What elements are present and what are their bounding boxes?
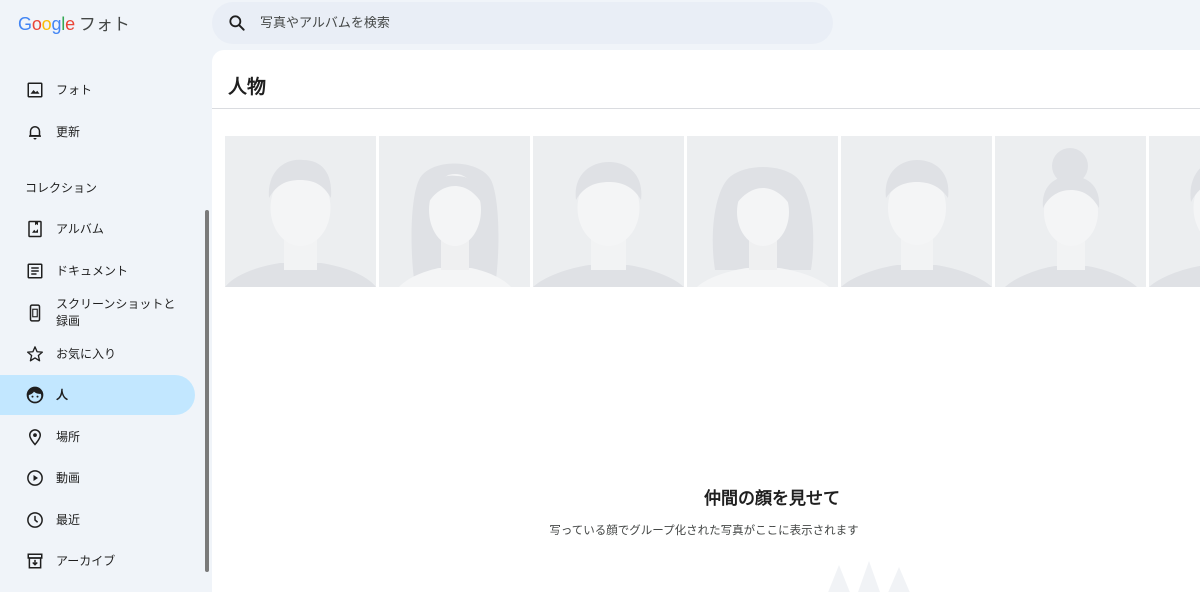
clock-icon	[25, 510, 45, 530]
person-silhouette-icon	[841, 160, 992, 287]
location-pin-icon	[25, 427, 45, 447]
album-icon	[25, 219, 45, 239]
google-wordmark: Google	[18, 14, 75, 34]
google-photos-logo[interactable]: Google フォト	[18, 10, 130, 35]
empty-state-title: 仲間の顔を見せて	[704, 489, 840, 509]
person-silhouette-icon	[1149, 168, 1200, 287]
sidebar-item-label: 最近	[56, 512, 81, 527]
main-panel: 人物 仲間の顔を見せて 写っている顔でグループ化された写真がここに表示されます	[212, 50, 1200, 592]
sidebar-item-label: アーカイブ	[56, 553, 116, 568]
sidebar-item-label: ドキュメント	[56, 263, 129, 278]
sidebar: フォト 更新 コレクション アルバム ドキュメント スクリーンショットと録画 お…	[0, 70, 212, 592]
faces-illustration	[828, 561, 910, 592]
sidebar-item-label: お気に入り	[56, 346, 117, 361]
person-placeholder-tile	[225, 136, 376, 287]
collection-heading: コレクション	[25, 181, 98, 195]
sidebar-item-favorites[interactable]: お気に入り	[0, 334, 195, 374]
person-silhouette-icon	[1005, 148, 1137, 287]
person-placeholder-tile	[533, 136, 684, 287]
sidebar-item-updates[interactable]: 更新	[0, 112, 195, 152]
sidebar-item-albums[interactable]: アルバム	[0, 209, 195, 249]
sidebar-scrollbar[interactable]	[205, 210, 209, 572]
sidebar-item-label: 更新	[56, 124, 81, 139]
play-circle-icon	[25, 468, 45, 488]
sidebar-item-archive[interactable]: アーカイブ	[0, 541, 195, 581]
person-placeholder-tile	[379, 136, 530, 287]
person-placeholder-tile	[995, 136, 1146, 287]
sidebar-item-people[interactable]: 人	[0, 375, 195, 415]
empty-state-description: 写っている顔でグループ化された写真がここに表示されます	[549, 523, 859, 537]
title-divider	[212, 108, 1200, 109]
photo-icon	[25, 80, 45, 100]
sidebar-item-label: 場所	[56, 429, 81, 444]
archive-icon	[25, 551, 45, 571]
google-photos-app: Google フォト フォト 更新 コレクション アルバム ドキュメント スクリ…	[0, 0, 1200, 592]
sidebar-item-recent[interactable]: 最近	[0, 500, 195, 540]
sidebar-item-documents[interactable]: ドキュメント	[0, 251, 195, 291]
search-bar[interactable]	[212, 2, 833, 44]
sidebar-item-places[interactable]: 場所	[0, 417, 195, 457]
sidebar-item-label: 人	[56, 387, 69, 402]
people-placeholder-grid	[225, 136, 1200, 288]
person-silhouette-icon	[697, 167, 829, 287]
search-icon[interactable]	[227, 13, 247, 33]
sidebar-item-label: アルバム	[56, 221, 104, 236]
bell-icon	[25, 122, 45, 142]
phone-screenshot-icon	[25, 303, 45, 323]
sidebar-item-videos[interactable]: 動画	[0, 458, 195, 498]
sidebar-item-label: スクリーンショットと録画	[56, 297, 176, 328]
face-icon	[25, 385, 45, 405]
star-icon	[25, 344, 45, 364]
search-input[interactable]	[260, 15, 760, 31]
person-silhouette-icon	[399, 163, 511, 287]
sidebar-item-label: 動画	[56, 470, 81, 485]
page-title: 人物	[228, 76, 267, 98]
document-icon	[25, 261, 45, 281]
person-placeholder-tile	[1149, 136, 1200, 287]
person-placeholder-tile	[841, 136, 992, 287]
sidebar-item-photos[interactable]: フォト	[0, 70, 195, 110]
sidebar-item-label: フォト	[56, 82, 93, 97]
sidebar-item-screenshots[interactable]: スクリーンショットと録画	[0, 293, 195, 333]
person-silhouette-icon	[225, 159, 376, 287]
product-name: フォト	[78, 15, 130, 35]
person-placeholder-tile	[687, 136, 838, 287]
person-silhouette-icon	[533, 162, 684, 287]
